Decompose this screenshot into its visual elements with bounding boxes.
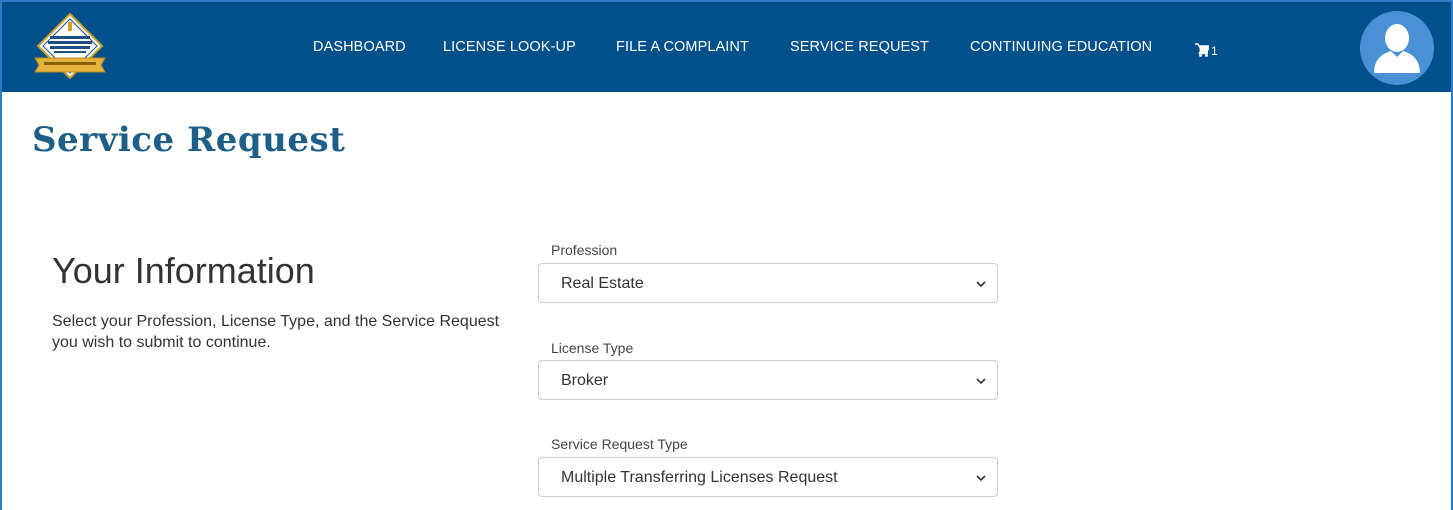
license-type-select[interactable]: Broker <box>538 360 998 400</box>
service-request-type-label: Service Request Type <box>551 436 688 452</box>
nav-file-a-complaint[interactable]: FILE A COMPLAINT <box>616 39 749 55</box>
page-title: Service Request <box>32 120 346 160</box>
cart-count-badge: 1 <box>1211 44 1218 58</box>
nav-continuing-education[interactable]: CONTINUING EDUCATION <box>970 39 1152 55</box>
service-request-type-value: Multiple Transferring Licenses Request <box>561 469 838 486</box>
chevron-down-icon <box>976 378 986 385</box>
top-navbar: DASHBOARD LICENSE LOOK-UP FILE A COMPLAI… <box>2 2 1451 92</box>
service-request-type-select[interactable]: Multiple Transferring Licenses Request <box>538 457 998 497</box>
nav-dashboard[interactable]: DASHBOARD <box>313 39 406 55</box>
chevron-down-icon <box>976 475 986 482</box>
user-avatar[interactable] <box>1360 11 1434 85</box>
cart-icon <box>1195 43 1209 57</box>
profession-select[interactable]: Real Estate <box>538 263 998 303</box>
license-type-value: Broker <box>561 372 609 389</box>
profession-value: Real Estate <box>561 275 644 292</box>
nav-service-request[interactable]: SERVICE REQUEST <box>790 39 929 55</box>
profession-label: Profession <box>551 242 618 258</box>
user-avatar-icon <box>1374 24 1420 73</box>
division-logo-icon[interactable] <box>32 12 108 84</box>
license-type-label: License Type <box>551 340 634 356</box>
nav-license-lookup[interactable]: LICENSE LOOK-UP <box>443 39 576 55</box>
cart-button[interactable]: 1 <box>1195 39 1218 57</box>
chevron-down-icon <box>976 281 986 288</box>
section-description: Select your Profession, License Type, an… <box>52 313 500 351</box>
section-heading: Your Information <box>52 250 315 291</box>
